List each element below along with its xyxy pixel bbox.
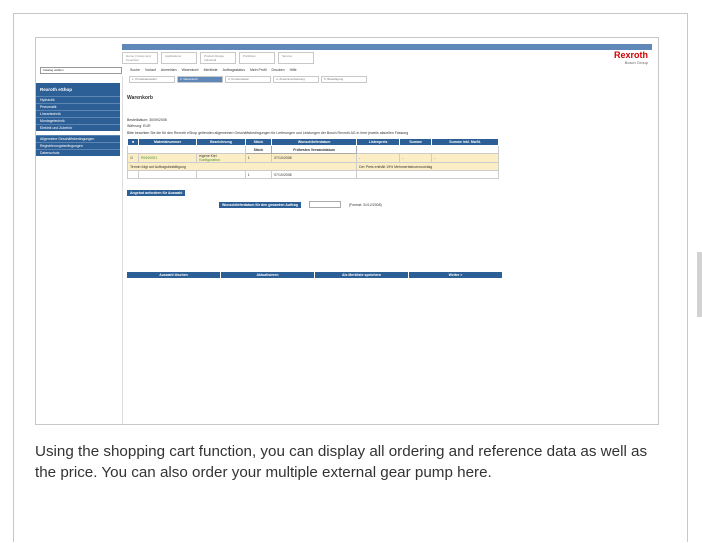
toolbar-order-status[interactable]: Auftragsstatus — [223, 68, 245, 72]
checkout-steps: 1. Produktauswahl 2. Warenkorb 3. Kunden… — [129, 76, 657, 83]
step-summary[interactable]: 4. Zusammenfassung — [273, 76, 319, 83]
step-product[interactable]: 1. Produktauswahl — [129, 76, 175, 83]
subcol-qty: Stück — [244, 145, 273, 154]
refresh-button[interactable]: Aktualisieren — [221, 272, 315, 278]
toolbar-prerun[interactable]: Vorlauf — [145, 68, 156, 72]
date-label: Bestelldatum: — [127, 118, 149, 122]
sidebar-item[interactable]: Hydraulik — [36, 96, 120, 103]
toolbar-watchlist[interactable]: Merkliste — [204, 68, 218, 72]
col-qty: Stück — [244, 138, 273, 146]
item-sum: - — [399, 153, 433, 163]
toolbar-login[interactable]: Anmelden — [161, 68, 177, 72]
menu-item[interactable]: Applications — [161, 52, 197, 64]
step-customer[interactable]: 3. Kundendaten — [225, 76, 271, 83]
menu-item[interactable]: Product Range Industrial — [200, 52, 236, 64]
item-date[interactable]: 07/10/2008 — [271, 153, 358, 163]
page-title: Warenkorb — [127, 95, 153, 101]
toolbar-profile[interactable]: Mein Profil — [250, 68, 267, 72]
table-row: 1 07/10/2008 — [127, 170, 499, 179]
action-bar: Auswahl löschen Aktualisieren Als Merkli… — [127, 272, 503, 278]
save-watchlist-button[interactable]: Als Merkliste speichern — [315, 272, 409, 278]
col-material: Materialnummer — [137, 138, 198, 146]
request-offer-button[interactable]: Angebot anfordern für Auswahl — [127, 190, 186, 196]
toolbar-print[interactable]: Drucken — [272, 68, 285, 72]
toolbar-help[interactable]: Hilfe — [290, 68, 297, 72]
menu-item[interactable]: Home | Group and Countries — [122, 52, 158, 64]
toolbar-cart[interactable]: Warenkorb — [182, 68, 199, 72]
new-material-input[interactable] — [137, 170, 198, 179]
table-row: Termin folgt auf Auftragsbestätigung Der… — [126, 162, 499, 171]
item-price: - — [356, 153, 401, 163]
logo-primary: Rexroth — [613, 50, 648, 60]
eshop-screenshot: Englisch | Ihr Ansprechpartner | Kontakt… — [35, 37, 659, 425]
sidebar-item[interactable]: Elektrik und Zubehör — [36, 124, 120, 131]
toolbar-search[interactable]: Suche — [130, 68, 140, 72]
delivery-note: Termin folgt auf Auftragsbestätigung — [126, 162, 358, 171]
sidebar-item[interactable]: Registrierungsbedingungen — [36, 142, 120, 149]
menu-item[interactable]: Portfolios — [239, 52, 275, 64]
rexroth-logo: Rexroth Bosch Group — [614, 50, 648, 65]
wish-date-button[interactable]: Wunschlieferdatum für den gesamten Auftr… — [219, 201, 301, 208]
col-description: Bezeichnung — [196, 138, 246, 146]
item-config-link[interactable]: Konfiguration — [199, 158, 220, 162]
new-description — [196, 170, 246, 179]
new-date[interactable]: 07/10/2008 — [271, 170, 358, 179]
subcol-earliest-date: Frühestes Versanddatum — [271, 145, 358, 154]
item-checkbox[interactable]: ☑ — [127, 153, 139, 163]
price-note: Der Preis enthält 19% Mehrwertsteuerzusc… — [356, 162, 499, 171]
step-cart[interactable]: 2. Warenkorb — [177, 76, 223, 83]
col-list-price: Listenpreis — [356, 138, 401, 146]
item-description: eigene Kiel Konfiguration — [196, 153, 246, 163]
sidebar-item[interactable]: Pneumatik — [36, 103, 120, 110]
cart-table: ■ Materialnummer Bezeichnung Stück Wunsc… — [126, 138, 499, 179]
col-wish-date: Wunschlieferdatum — [271, 138, 358, 146]
caption-text: Using the shopping cart function, you ca… — [35, 443, 648, 481]
terms-notice: Bitte beachten Sie die für den Rexroth e… — [127, 131, 409, 135]
toolbar: Katalog wählen Suche Vorlauf Anmelden Wa… — [36, 66, 658, 74]
main-menu: Home | Group and Countries Applications … — [122, 52, 314, 64]
menu-item[interactable]: Service — [278, 52, 314, 64]
catalog-select[interactable]: Katalog wählen — [40, 66, 122, 74]
order-meta: Bestelldatum: 30/09/2008 Währung: EUR — [127, 117, 657, 129]
sidebar-item[interactable]: Allgemeine Geschäftsbedingungen — [36, 135, 120, 142]
new-qty[interactable]: 1 — [244, 170, 273, 179]
sidebar: Rexroth eShop Hydraulik Pneumatik Linear… — [36, 78, 120, 424]
main-content: 1. Produktauswahl 2. Warenkorb 3. Kunden… — [122, 76, 657, 424]
top-bar: Englisch | Ihr Ansprechpartner | Kontakt… — [122, 44, 652, 58]
col-sum: Summe — [399, 138, 433, 146]
next-button[interactable]: Weiter > — [409, 272, 503, 278]
wish-date-input[interactable] — [308, 201, 341, 208]
sidebar-item[interactable]: Datenschutz — [36, 149, 120, 156]
format-hint: (Format: 31/12/2008) — [348, 202, 382, 207]
table-row: ☑ R9190001 eigene Kiel Konfiguration 1 07… — [127, 153, 499, 163]
currency-label: Währung: — [127, 124, 143, 128]
shop-title: Rexroth eShop — [36, 83, 120, 96]
sidebar-nav-secondary: Allgemeine Geschäftsbedingungen Registri… — [36, 135, 120, 156]
item-sum-tax: - — [431, 153, 499, 163]
date-value: 30/09/2008 — [149, 118, 167, 122]
step-confirm[interactable]: 5. Bestätigung — [321, 76, 367, 83]
col-sum-tax: Summe inkl. MwSt. — [431, 138, 499, 146]
select-all-checkbox[interactable]: ■ — [127, 138, 139, 146]
currency-value: EUR — [143, 124, 151, 128]
sidebar-item[interactable]: Montagetechnik — [36, 117, 120, 124]
logo-secondary: Bosch Group — [624, 60, 648, 65]
side-tab — [697, 252, 702, 317]
sidebar-item[interactable]: Lineartechnik — [36, 110, 120, 117]
sidebar-nav: Hydraulik Pneumatik Lineartechnik Montag… — [36, 96, 120, 131]
item-material[interactable]: R9190001 — [137, 153, 198, 163]
item-qty[interactable]: 1 — [244, 153, 273, 163]
clear-selection-button[interactable]: Auswahl löschen — [127, 272, 221, 278]
